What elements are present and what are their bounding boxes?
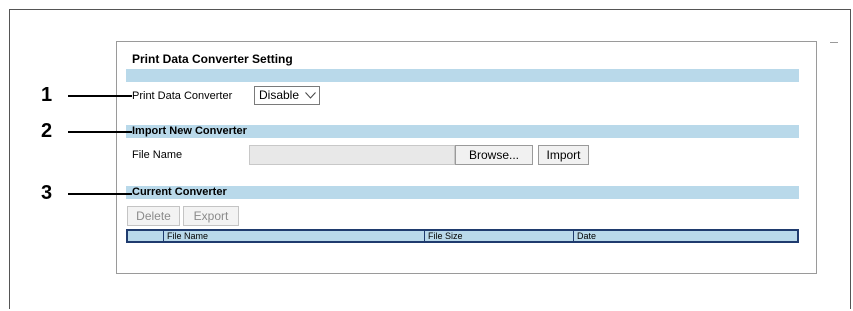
callout-number-2: 2 — [41, 120, 53, 142]
chevron-down-icon — [305, 92, 316, 99]
browse-button[interactable]: Browse... — [455, 145, 533, 165]
divider — [830, 42, 838, 43]
export-button[interactable]: Export — [183, 206, 239, 226]
current-section-title: Current Converter — [132, 186, 227, 198]
column-divider — [424, 231, 425, 241]
callout-line-1 — [68, 95, 132, 97]
delete-button[interactable]: Delete — [127, 206, 180, 226]
print-data-converter-select[interactable]: Disable — [254, 86, 320, 105]
callout-number-3: 3 — [41, 182, 53, 204]
import-section-title: Import New Converter — [132, 125, 247, 137]
column-header-date[interactable]: Date — [577, 231, 596, 241]
column-header-file-size[interactable]: File Size — [428, 231, 463, 241]
file-name-label: File Name — [132, 149, 183, 161]
column-divider — [573, 231, 574, 241]
section-bar-top — [126, 69, 799, 82]
callout-line-3 — [68, 193, 132, 195]
select-value: Disable — [259, 88, 300, 102]
converter-table-header: File Name File Size Date — [126, 229, 799, 243]
column-header-file-name[interactable]: File Name — [167, 231, 208, 241]
panel-title: Print Data Converter Setting — [132, 52, 293, 66]
import-button[interactable]: Import — [538, 145, 589, 165]
callout-line-2 — [68, 131, 132, 133]
file-name-field[interactable] — [249, 145, 455, 165]
callout-number-1: 1 — [41, 84, 53, 106]
print-data-converter-label: Print Data Converter — [132, 90, 233, 102]
column-divider — [163, 231, 164, 241]
